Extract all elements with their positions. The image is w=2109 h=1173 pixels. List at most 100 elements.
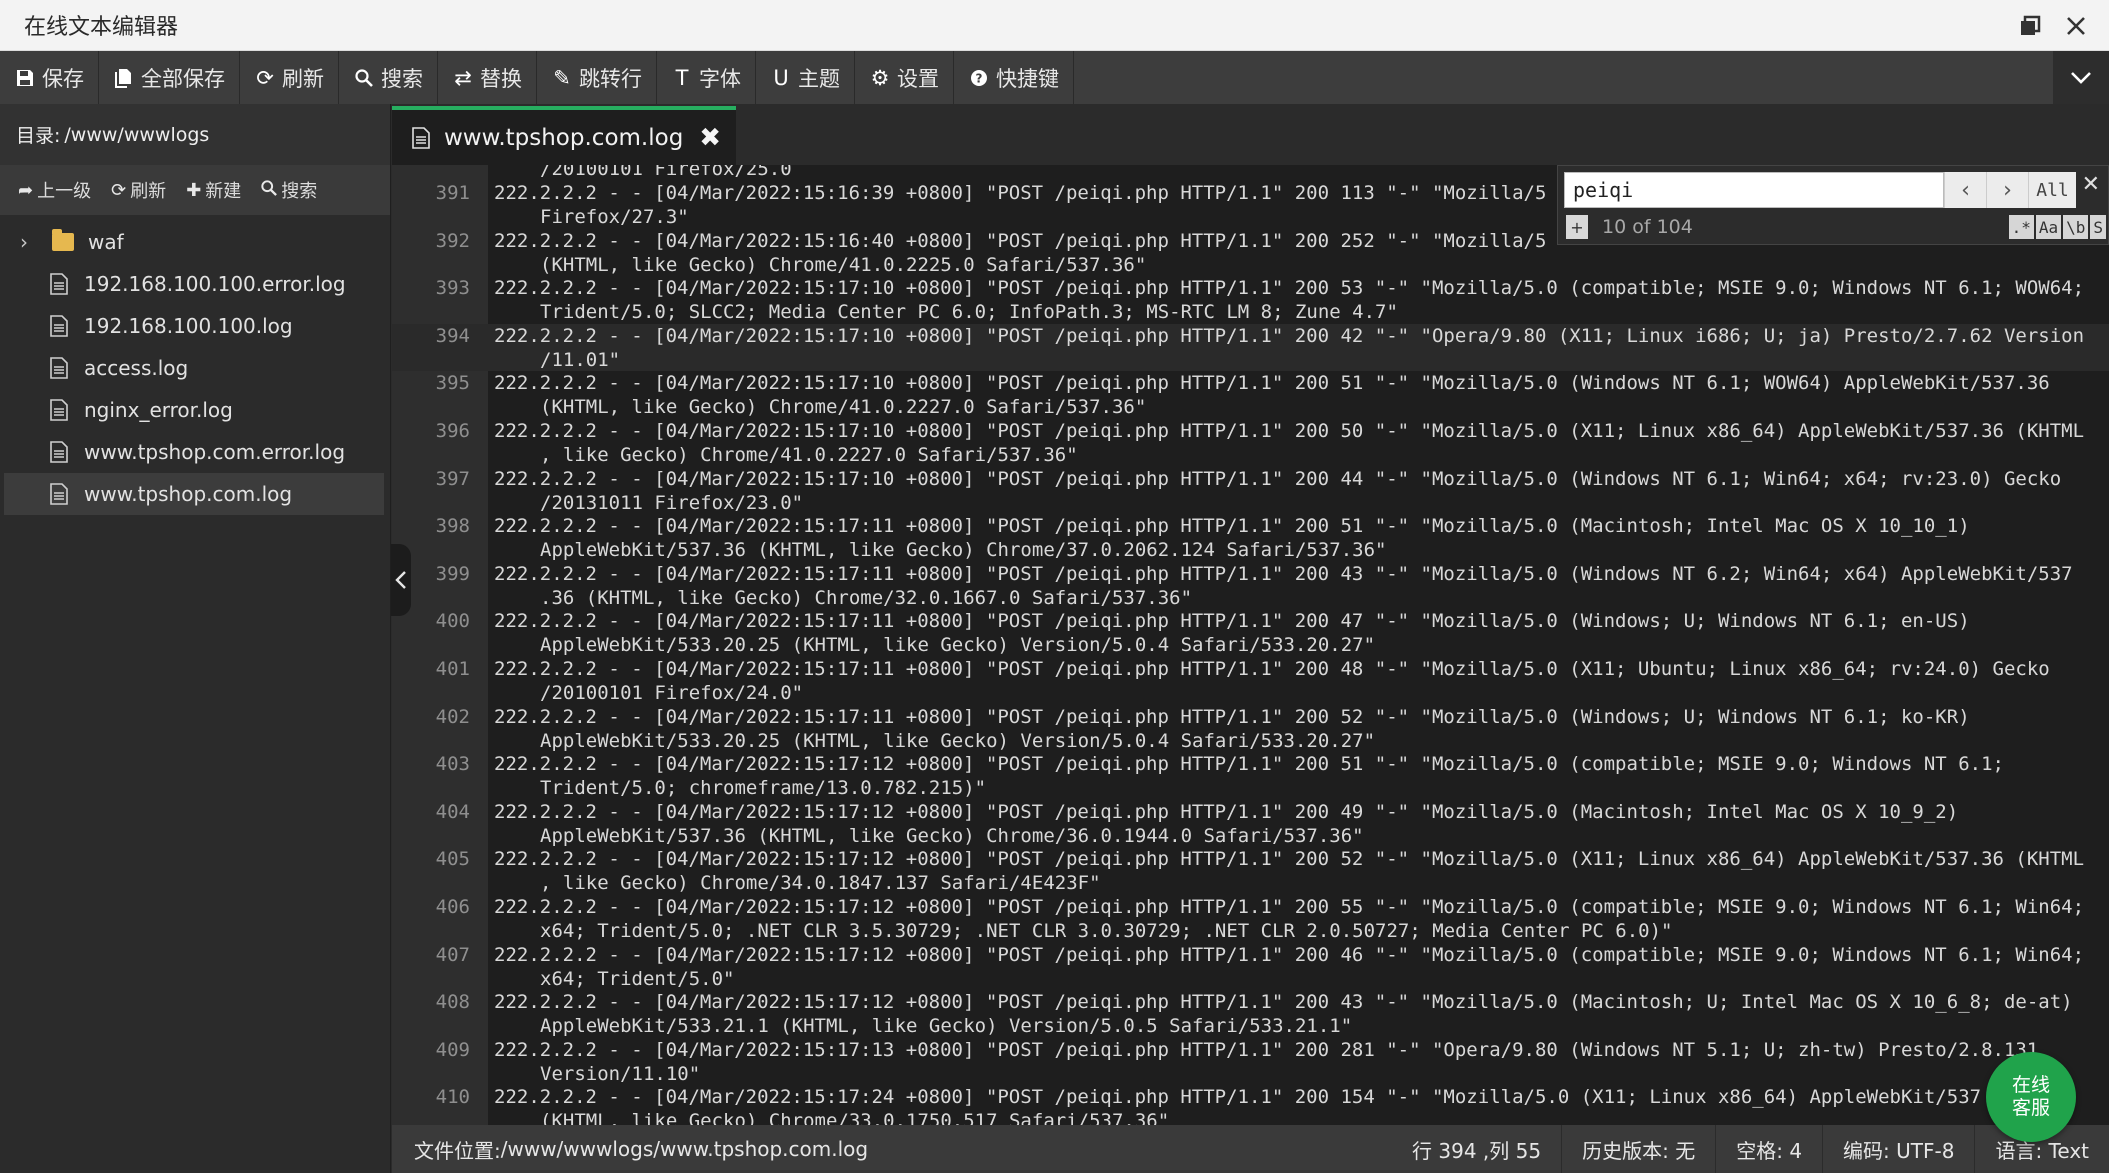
sidebar-refresh-button[interactable]: ⟳ 刷新: [111, 177, 166, 203]
refresh-label: 刷新: [282, 66, 324, 91]
line-text: 222.2.2.2 - - [04/Mar/2022:15:17:12 +080…: [494, 800, 1959, 823]
search-label: 搜索: [381, 66, 423, 91]
whole-word-toggle[interactable]: \b: [2063, 215, 2089, 239]
line-number: 404: [435, 800, 470, 823]
file-icon: [50, 399, 68, 421]
refresh-icon: ⟳: [111, 179, 127, 201]
theme-button[interactable]: U 主题: [756, 51, 855, 104]
encoding-setting[interactable]: 编码: UTF-8: [1822, 1125, 1974, 1173]
line-number: 391: [435, 182, 470, 204]
line-number: 408: [435, 991, 470, 1014]
line-text: 222.2.2.2 - - [04/Mar/2022:15:17:11 +080…: [494, 515, 1970, 538]
line-text-wrapped: (KHTML, like Gecko) Chrome/41.0.2227.0 S…: [540, 396, 1147, 419]
editor-tabs: www.tpshop.com.log ✖: [392, 104, 2109, 165]
search-options: .* Aa \b S: [2008, 215, 2106, 239]
line-text-wrapped: , like Gecko) Chrome/34.0.1847.137 Safar…: [540, 872, 1101, 895]
settings-button[interactable]: ⚙ 设置: [855, 51, 954, 104]
file-icon: [50, 441, 68, 463]
line-number: 405: [435, 848, 470, 871]
code-editor[interactable]: /20100101 Firefox/25.0 391 222.2.2.2 - - …: [392, 165, 2109, 1125]
toolbar-collapse-button[interactable]: [2053, 51, 2109, 104]
search-panel: ‹ › All ✕ + 10 of 104 .* Aa \b S: [1557, 165, 2109, 245]
file-label: access.log: [84, 356, 189, 380]
directory-path: /www/wwwlogs: [64, 123, 210, 146]
online-service-button[interactable]: 在线 客服: [1986, 1052, 2076, 1142]
file-icon: [412, 126, 430, 149]
font-label: 字体: [699, 66, 741, 91]
file-item[interactable]: nginx_error.log: [4, 389, 384, 431]
file-item[interactable]: 192.168.100.100.error.log: [4, 263, 384, 305]
chevron-left-icon: [395, 571, 406, 589]
line-text: 222.2.2.2 - - [04/Mar/2022:15:17:10 +080…: [494, 467, 2062, 490]
line-text-wrapped: AppleWebKit/533.20.25 (KHTML, like Gecko…: [540, 729, 1376, 752]
save-all-button[interactable]: 全部保存: [99, 51, 240, 104]
regex-toggle[interactable]: .*: [2008, 215, 2034, 239]
line-text-wrapped: /20131011 Firefox/23.0": [540, 491, 804, 514]
line-text-wrapped: /20100101 Firefox/24.0": [540, 681, 804, 704]
save-button[interactable]: 保存: [0, 51, 99, 104]
line-text: 222.2.2.2 - - [04/Mar/2022:15:17:12 +080…: [494, 848, 2085, 871]
goto-line-button[interactable]: ✎ 跳转行: [537, 51, 657, 104]
line-text: 222.2.2.2 - - [04/Mar/2022:15:17:10 +080…: [494, 324, 2085, 347]
search-input[interactable]: [1564, 172, 1944, 208]
line-text: 222.2.2.2 - - [04/Mar/2022:15:17:12 +080…: [494, 943, 2085, 966]
line-text: 222.2.2.2 - - [04/Mar/2022:15:17:11 +080…: [494, 610, 1970, 633]
editor-line: 398 222.2.2.2 - - [04/Mar/2022:15:17:11 +…: [392, 514, 2109, 562]
line-text: 222.2.2.2 - - [04/Mar/2022:15:17:11 +080…: [494, 562, 2073, 585]
restore-window-button[interactable]: [2017, 13, 2043, 39]
line-text: 222.2.2.2 - - [04/Mar/2022:15:17:11 +080…: [494, 705, 1970, 728]
line-number: 397: [435, 467, 470, 490]
history-version[interactable]: 历史版本: 无: [1561, 1125, 1715, 1173]
file-item[interactable]: www.tpshop.com.error.log: [4, 431, 384, 473]
file-item[interactable]: access.log: [4, 347, 384, 389]
folder-icon: [52, 229, 74, 251]
line-number: 407: [435, 943, 470, 966]
close-search-icon[interactable]: ✕: [2082, 172, 2100, 197]
editor-lines: /20100101 Firefox/25.0 391 222.2.2.2 - - …: [392, 165, 2109, 1125]
search-in-selection-toggle[interactable]: S: [2090, 215, 2106, 239]
line-text-wrapped: (KHTML, like Gecko) Chrome/41.0.2225.0 S…: [540, 253, 1147, 276]
search-prev-button[interactable]: ‹: [1944, 172, 1986, 208]
line-number: 395: [435, 372, 470, 395]
tab-active-file[interactable]: www.tpshop.com.log ✖: [392, 106, 736, 165]
editor-line: 396 222.2.2.2 - - [04/Mar/2022:15:17:10 +…: [392, 419, 2109, 467]
up-level-button[interactable]: ➦ 上一级: [18, 177, 91, 203]
toggle-replace-button[interactable]: +: [1566, 215, 1588, 239]
line-text-wrapped: x64; Trident/5.0": [540, 967, 735, 990]
file-position-value: /www/wwwlogs/www.tpshop.com.log: [500, 1137, 869, 1161]
line-text-wrapped: Trident/5.0; chromeframe/13.0.782.215)": [540, 777, 987, 800]
service-label-2: 客服: [2011, 1097, 2050, 1119]
editor-line: 397 222.2.2.2 - - [04/Mar/2022:15:17:10 +…: [392, 467, 2109, 515]
tab-label: www.tpshop.com.log: [444, 124, 684, 151]
sidebar-search-button[interactable]: 搜索: [261, 177, 317, 203]
search-next-button[interactable]: ›: [1986, 172, 2028, 208]
editor-line: 409 222.2.2.2 - - [04/Mar/2022:15:17:13 +…: [392, 1038, 2109, 1086]
refresh-button[interactable]: ⟳ 刷新: [240, 51, 339, 104]
case-sensitive-toggle[interactable]: Aa: [2035, 215, 2062, 239]
sidebar-collapse-button[interactable]: [391, 544, 411, 616]
editor-line: 406 222.2.2.2 - - [04/Mar/2022:15:17:12 +…: [392, 895, 2109, 943]
font-icon: T: [675, 65, 689, 90]
line-text-wrapped: AppleWebKit/533.20.25 (KHTML, like Gecko…: [540, 634, 1376, 657]
line-text: 222.2.2.2 - - [04/Mar/2022:15:17:12 +080…: [494, 991, 2073, 1014]
close-window-button[interactable]: [2063, 13, 2089, 39]
line-text-wrapped: AppleWebKit/533.21.1 (KHTML, like Gecko)…: [540, 1015, 1353, 1038]
file-sidebar: 目录: /www/wwwlogs ➦ 上一级 ⟳ 刷新 ✚ 新建 搜索 › wa…: [0, 104, 391, 1173]
line-number: 403: [435, 753, 470, 776]
font-button[interactable]: T 字体: [657, 51, 756, 104]
search-all-button[interactable]: All: [2028, 172, 2076, 208]
replace-button[interactable]: ⇄ 替换: [438, 51, 537, 104]
new-file-button[interactable]: ✚ 新建: [186, 177, 241, 203]
line-number: 392: [435, 229, 470, 252]
chevron-down-icon: [2071, 71, 2091, 84]
file-item-active[interactable]: www.tpshop.com.log: [4, 473, 384, 515]
shortcuts-button[interactable]: ? 快捷键: [954, 51, 1074, 104]
chevron-right-icon: ›: [2003, 177, 2012, 203]
refresh-icon: ⟳: [256, 65, 274, 90]
tab-close-icon[interactable]: ✖: [699, 123, 721, 153]
search-button[interactable]: 搜索: [339, 51, 438, 104]
indent-setting[interactable]: 空格: 4: [1715, 1125, 1822, 1173]
cursor-position[interactable]: 行 394 ,列 55: [1392, 1125, 1561, 1173]
folder-waf[interactable]: › waf: [4, 221, 384, 263]
file-item[interactable]: 192.168.100.100.log: [4, 305, 384, 347]
